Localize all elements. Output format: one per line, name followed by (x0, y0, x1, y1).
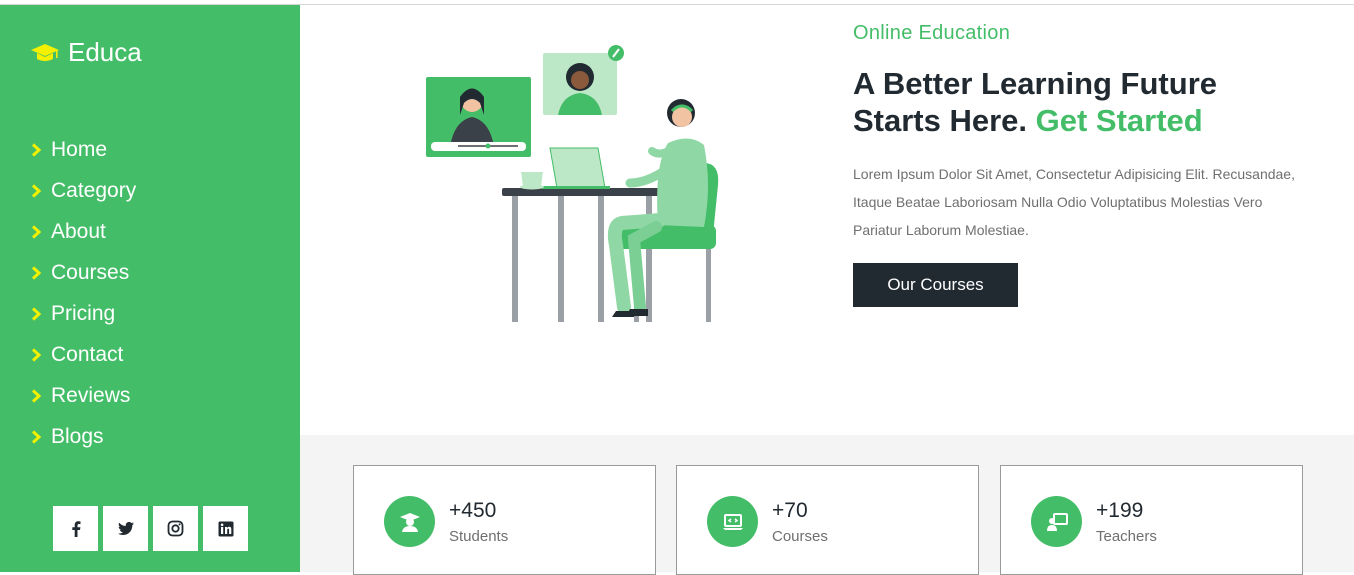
chevron-right-icon (31, 142, 42, 157)
social-links (53, 506, 248, 551)
chevron-right-icon (31, 224, 42, 239)
stat-label: Students (449, 528, 509, 545)
headline-accent: Get Started (1035, 103, 1203, 138)
our-courses-button[interactable]: Our Courses (853, 263, 1018, 307)
stat-number: +199 (1096, 499, 1144, 522)
stat-icon-circle (1031, 496, 1082, 547)
hero-section: Online Education A Better Learning Futur… (300, 5, 1354, 435)
twitter-icon (117, 521, 134, 535)
hero-headline: A Better Learning Future Starts Here. Ge… (853, 65, 1303, 139)
linkedin-icon (218, 521, 233, 536)
nav-item-label: Reviews (51, 383, 131, 407)
laptop-course-icon (722, 513, 743, 530)
nav-item-label: Contact (51, 342, 124, 366)
nav-item-about[interactable]: About (30, 211, 136, 252)
linkedin-button[interactable] (203, 506, 248, 551)
nav-item-label: Courses (51, 260, 130, 284)
stat-icon-circle (384, 496, 435, 547)
nav-item-reviews[interactable]: Reviews (30, 375, 136, 416)
nav-item-category[interactable]: Category (30, 170, 136, 211)
nav-item-label: Blogs (51, 424, 104, 448)
chevron-right-icon (31, 265, 42, 280)
stat-label: Teachers (1096, 528, 1157, 545)
facebook-icon (71, 520, 80, 537)
graduation-cap-icon (31, 43, 59, 61)
chevron-right-icon (31, 388, 42, 403)
stats-section: +450 Students +70 Courses +199 Teachers (300, 435, 1354, 575)
facebook-button[interactable] (53, 506, 98, 551)
stat-card-students: +450 Students (353, 465, 656, 575)
brand-logo[interactable]: Educa (30, 37, 142, 68)
nav-item-courses[interactable]: Courses (30, 252, 136, 293)
student-icon (399, 512, 420, 532)
nav-item-pricing[interactable]: Pricing (30, 293, 136, 334)
twitter-button[interactable] (103, 506, 148, 551)
nav-item-label: Home (51, 137, 108, 161)
instagram-button[interactable] (153, 506, 198, 551)
nav-item-label: Pricing (51, 301, 116, 325)
stat-card-teachers: +199 Teachers (1000, 465, 1303, 575)
chevron-right-icon (31, 429, 42, 444)
nav-item-blogs[interactable]: Blogs (30, 416, 136, 457)
stat-number: +70 (772, 499, 808, 522)
instagram-icon (167, 520, 184, 537)
teacher-icon (1046, 512, 1068, 531)
chevron-right-icon (31, 183, 42, 198)
stat-icon-circle (707, 496, 758, 547)
nav-item-home[interactable]: Home (30, 129, 136, 170)
nav-item-contact[interactable]: Contact (30, 334, 136, 375)
sidebar: Educa Home Category About Courses Pricin… (0, 5, 300, 572)
stat-label: Courses (772, 528, 828, 545)
nav-item-label: About (51, 219, 106, 243)
stat-card-courses: +70 Courses (676, 465, 979, 575)
online-learning-illustration (426, 45, 719, 322)
chevron-right-icon (31, 347, 42, 362)
nav-item-label: Category (51, 178, 137, 202)
main-nav: Home Category About Courses Pricing Cont… (30, 129, 136, 457)
brand-name: Educa (68, 37, 142, 67)
hero-description: Lorem Ipsum Dolor Sit Amet, Consectetur … (853, 166, 1295, 238)
hero-eyebrow: Online Education (853, 22, 1011, 44)
stat-number: +450 (449, 499, 497, 522)
chevron-right-icon (31, 306, 42, 321)
